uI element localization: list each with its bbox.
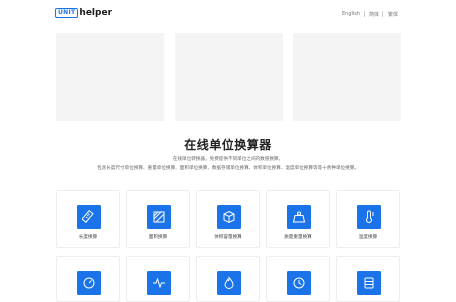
- ad-placeholder: [56, 33, 164, 121]
- lang-divider: [364, 11, 365, 17]
- weight-icon: [287, 205, 311, 229]
- tool-card-length[interactable]: 长度换算: [56, 190, 120, 248]
- logo-box: UNIT: [55, 8, 79, 18]
- ruler-icon: [77, 205, 101, 229]
- pulse-icon: [147, 271, 171, 295]
- ad-placeholder: [293, 33, 401, 121]
- tool-card-area[interactable]: 面积换算: [126, 190, 190, 248]
- thermometer-icon: [357, 205, 381, 229]
- storage-icon: [357, 271, 381, 295]
- page-title: 在线单位换算器: [184, 138, 272, 152]
- tool-card-energy[interactable]: [196, 256, 260, 302]
- tool-card-label: 长度换算: [78, 235, 98, 240]
- tool-card-temperature[interactable]: 温度换算: [336, 190, 400, 248]
- clock-icon: [287, 271, 311, 295]
- tool-card-label: 温度换算: [358, 235, 378, 240]
- tool-card-storage[interactable]: [336, 256, 400, 302]
- site-logo[interactable]: UNIT helper: [55, 6, 112, 20]
- page-description: 在线单位转换器，免费提供不同单位之间的数值换算。: [172, 157, 284, 162]
- area-icon: [147, 205, 171, 229]
- tool-card-pulse[interactable]: [126, 256, 190, 302]
- cube-icon: [217, 205, 241, 229]
- lang-simplified-link[interactable]: 简体: [369, 11, 379, 18]
- ad-placeholder: [175, 33, 283, 121]
- tool-card-pressure[interactable]: [56, 256, 120, 302]
- tool-card-weight[interactable]: 质量重量换算: [266, 190, 330, 248]
- lang-divider: [382, 11, 383, 17]
- tool-card-label: 体积容量换算: [214, 235, 242, 240]
- tool-card-label: 面积换算: [148, 235, 168, 240]
- lang-english-link[interactable]: English: [342, 11, 360, 17]
- tool-card-time[interactable]: [266, 256, 330, 302]
- flame-icon: [217, 271, 241, 295]
- lang-traditional-link[interactable]: 繁体: [388, 11, 398, 18]
- pressure-icon: [77, 271, 101, 295]
- tool-card-label: 质量重量换算: [284, 235, 312, 240]
- tool-card-volume[interactable]: 体积容量换算: [196, 190, 260, 248]
- page-description: 包含长度尺寸单位换算、重量单位换算、面积单位换算、数据存储单位换算、体积单位换算…: [97, 166, 359, 171]
- site-header: UNIT helper English 简体 繁体: [0, 0, 456, 26]
- logo-text: helper: [79, 8, 113, 18]
